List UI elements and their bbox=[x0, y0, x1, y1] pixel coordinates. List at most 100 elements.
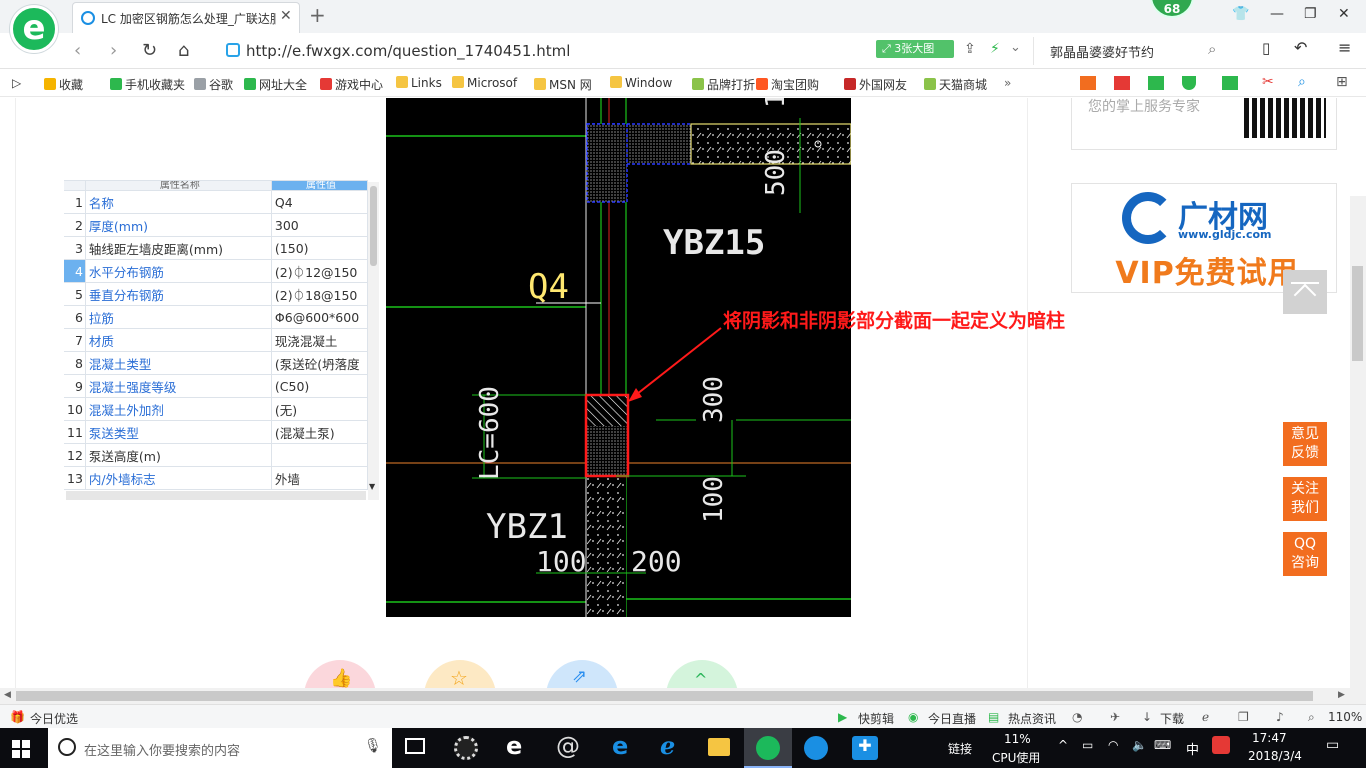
wifi-icon[interactable]: ◠ bbox=[1108, 738, 1118, 752]
active-browser-task[interactable] bbox=[744, 728, 792, 768]
app-ad-banner[interactable]: 您的掌上服务专家 bbox=[1071, 98, 1337, 150]
bookmark-item[interactable]: 天猫商城 bbox=[924, 76, 987, 93]
edge-icon[interactable]: e bbox=[612, 732, 628, 760]
big-image-button[interactable]: ⤢ 3张大图 bbox=[876, 40, 954, 58]
page-scroll-thumb[interactable] bbox=[1352, 266, 1363, 361]
table-row[interactable]: 5 垂直分布钢筋 (2)⏀18@150 bbox=[64, 282, 369, 306]
keyboard-icon[interactable]: ⌨ bbox=[1154, 738, 1171, 752]
table-row[interactable]: 10 混凝土外加剂 (无) bbox=[64, 397, 369, 421]
bookmark-item[interactable]: 手机收藏夹 bbox=[110, 76, 185, 93]
table-row[interactable]: 9 混凝土强度等级 (C50) bbox=[64, 374, 369, 398]
follow-button[interactable]: 关注我们 bbox=[1283, 477, 1327, 521]
speaker-icon[interactable]: 🔈 bbox=[1132, 738, 1147, 752]
pin-icon[interactable]: ✈ bbox=[1110, 710, 1120, 724]
scissors-icon[interactable]: ✂ bbox=[1262, 74, 1274, 90]
fan-app-icon[interactable] bbox=[454, 736, 478, 760]
action-center-icon[interactable]: ▭ bbox=[1326, 737, 1339, 753]
clock-date[interactable]: 2018/3/4 bbox=[1248, 749, 1302, 763]
sogou-icon[interactable] bbox=[1212, 736, 1230, 754]
bookmark-item[interactable]: 谷歌 bbox=[194, 76, 233, 93]
task-view-icon[interactable] bbox=[405, 738, 425, 754]
e-browser-icon[interactable]: e bbox=[506, 732, 522, 760]
status-item-live[interactable]: 今日直播 bbox=[928, 710, 976, 727]
more-bookmarks-icon[interactable]: » bbox=[1004, 76, 1011, 90]
microphone-icon[interactable]: 🎙 bbox=[364, 738, 382, 754]
property-value[interactable]: (混凝土泵) bbox=[270, 420, 369, 444]
lightning-icon[interactable]: ⚡ bbox=[990, 41, 1000, 57]
property-value[interactable]: (2)⏀12@150 bbox=[270, 259, 369, 283]
skin-icon[interactable]: 👕 bbox=[1232, 6, 1249, 22]
bookmark-item[interactable]: 收藏 bbox=[44, 76, 83, 93]
property-value[interactable]: (2)⏀18@150 bbox=[270, 282, 369, 306]
browser-logo-icon[interactable]: e bbox=[10, 5, 58, 53]
tray-expand-icon[interactable]: ^ bbox=[1058, 738, 1068, 752]
property-value[interactable]: (C50) bbox=[270, 374, 369, 398]
bookmark-item[interactable]: 网址大全 bbox=[244, 76, 307, 93]
table-row[interactable]: 13 内/外墙标志 外墙 bbox=[64, 466, 369, 490]
window-icon[interactable]: ❐ bbox=[1238, 710, 1249, 724]
mobile-icon[interactable]: ▯ bbox=[1262, 39, 1270, 57]
bookmark-item[interactable]: Window bbox=[610, 76, 672, 90]
share-icon[interactable]: ⇪ bbox=[964, 41, 976, 57]
sidebar-toggle-icon[interactable]: ▷ bbox=[12, 76, 21, 90]
forward-icon[interactable]: › bbox=[110, 40, 117, 61]
ime-indicator[interactable]: 中 bbox=[1186, 739, 1199, 758]
tab-close-icon[interactable]: ✕ bbox=[280, 8, 292, 24]
bookmark-item[interactable]: 游戏中心 bbox=[320, 76, 383, 93]
bookmark-item[interactable]: Links bbox=[396, 76, 442, 90]
bookmark-item[interactable]: 品牌打折 bbox=[692, 76, 755, 93]
minimize-icon[interactable]: — bbox=[1270, 6, 1284, 22]
table-row[interactable]: 3 轴线距左墙皮距离(mm) (150) bbox=[64, 236, 369, 260]
bookmark-item[interactable]: 淘宝团购 bbox=[756, 76, 819, 93]
table-row[interactable]: 2 厚度(mm) 300 bbox=[64, 213, 369, 237]
bookmark-item[interactable]: Microsof bbox=[452, 76, 517, 90]
property-value[interactable]: (150) bbox=[270, 236, 369, 260]
table-row[interactable]: 12 泵送高度(m) bbox=[64, 443, 369, 467]
zoom-level[interactable]: 110% bbox=[1328, 710, 1362, 724]
ie-icon[interactable]: ℯ bbox=[1202, 710, 1209, 724]
home-icon[interactable]: ⌂ bbox=[178, 40, 189, 61]
status-item-download[interactable]: 下载 bbox=[1160, 710, 1184, 727]
table-horizontal-scrollbar[interactable] bbox=[66, 491, 366, 500]
tv-icon[interactable] bbox=[1080, 76, 1096, 90]
links-toolbar[interactable]: 链接 bbox=[948, 740, 972, 757]
back-to-top-button[interactable] bbox=[1283, 270, 1327, 314]
bookmark-item[interactable]: MSN 网 bbox=[534, 76, 592, 93]
windows-start-icon[interactable] bbox=[12, 740, 30, 758]
qq-consult-button[interactable]: QQ咨询 bbox=[1283, 532, 1327, 576]
search-tool-icon[interactable]: ⌕ bbox=[1298, 74, 1306, 90]
undo-icon[interactable]: ↶ bbox=[1294, 38, 1307, 57]
table-scroll-thumb[interactable] bbox=[370, 186, 377, 266]
property-value[interactable]: 300 bbox=[270, 213, 369, 237]
table-row[interactable]: 7 材质 现浇混凝土 bbox=[64, 328, 369, 352]
clock-time[interactable]: 17:47 bbox=[1252, 731, 1287, 745]
apps-grid-icon[interactable]: ⊞ bbox=[1336, 74, 1348, 90]
file-explorer-icon[interactable] bbox=[708, 738, 730, 756]
scroll-left-icon[interactable]: ◀ bbox=[4, 690, 11, 700]
translate-icon[interactable] bbox=[1222, 76, 1238, 90]
status-item-news[interactable]: 热点资讯 bbox=[1008, 710, 1056, 727]
page-horizontal-scrollbar[interactable]: ◀ ▶ bbox=[0, 688, 1366, 704]
menu-icon[interactable]: ≡ bbox=[1338, 38, 1351, 57]
back-icon[interactable]: ‹ bbox=[74, 40, 81, 61]
battery-icon[interactable]: ▭ bbox=[1082, 738, 1093, 752]
table-row[interactable]: 11 泵送类型 (混凝土泵) bbox=[64, 420, 369, 444]
search-field[interactable]: 郭晶晶婆婆好节约 bbox=[1036, 37, 1242, 65]
bookmark-item[interactable]: 外国网友 bbox=[844, 76, 907, 93]
taskbar-search[interactable]: 在这里输入你要搜索的内容 🎙 bbox=[48, 728, 392, 768]
swirl-app-icon[interactable]: @ bbox=[556, 732, 580, 760]
close-window-icon[interactable]: ✕ bbox=[1338, 6, 1350, 22]
property-value[interactable]: 外墙 bbox=[270, 466, 369, 490]
table-row[interactable]: 8 混凝土类型 (泵送砼(坍落度 bbox=[64, 351, 369, 375]
speed-icon[interactable]: ◔ bbox=[1072, 710, 1082, 724]
feedback-button[interactable]: 意见反馈 bbox=[1283, 422, 1327, 466]
status-item-clip[interactable]: 快剪辑 bbox=[858, 710, 894, 727]
security-icon[interactable] bbox=[1182, 76, 1196, 90]
maximize-icon[interactable]: ❐ bbox=[1304, 6, 1317, 22]
ie-taskbar-icon[interactable]: ℯ bbox=[660, 732, 675, 760]
g-app-icon[interactable] bbox=[804, 736, 828, 760]
scroll-right-icon[interactable]: ▶ bbox=[1338, 690, 1345, 700]
table-scroll-down-icon[interactable]: ▼ bbox=[369, 482, 375, 491]
today-picks-link[interactable]: 今日优选 bbox=[30, 710, 78, 727]
table-row[interactable]: 6 拉筋 Φ6@600*600 bbox=[64, 305, 369, 329]
